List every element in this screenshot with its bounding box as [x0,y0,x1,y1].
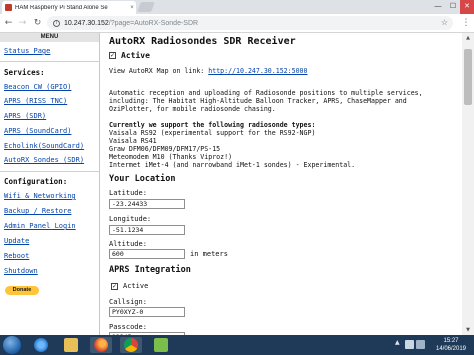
back-arrow-icon[interactable]: ← [2,16,15,30]
configuration-heading: Configuration: [4,177,68,186]
folder-icon [64,338,78,352]
address-bar[interactable]: i 10.247.30.152/?page=AutoRX-Sonde-SDR ☆ [47,16,453,30]
description-line: OziPlotter, for mobile radiosonde chasin… [109,105,276,113]
map-link-line: View AutoRX Map on link: http://10.247.3… [109,67,308,75]
services-heading: Services: [4,68,45,77]
start-button[interactable] [3,336,21,354]
latitude-field[interactable]: -23.24433 [109,199,185,209]
aprs-active-label: Active [123,282,149,290]
page-scrollbar[interactable]: ▲ ▼ [462,33,474,335]
tray-expand-icon[interactable]: ▲ [395,339,400,346]
sidebar-item-aprs-sdr[interactable]: APRS (SDR) [4,111,46,121]
flag-icon[interactable] [405,340,414,349]
sidebar-item-backup-restore[interactable]: Backup / Restore [4,206,71,216]
sonde-type-item: Vaisala RS92 (experimental support for t… [109,129,316,137]
clock-date: 14/06/2019 [435,346,467,352]
sonde-type-item: Intermet iMet-4 (and narrowband iMet-1 s… [109,161,356,169]
network-icon[interactable] [416,340,425,349]
sidebar-item-autorx-sondes[interactable]: AutoRX Sondes (SDR) [4,155,84,165]
callsign-field[interactable]: PY0XYZ-0 [109,307,185,317]
editor-icon [154,338,168,352]
sidebar-item-reboot[interactable]: Reboot [4,251,29,261]
internet-explorer-icon [34,338,48,352]
taskbar-editor[interactable] [150,337,172,353]
description-line: Automatic reception and uploading of Rad… [109,89,423,97]
sonde-type-item: Graw DFM06/DFM09/DFM17/PS-15 [109,145,221,153]
browser-tab[interactable]: HAM Raspberry Pi Stand Alone Se × [2,1,136,14]
autorx-active-checkbox[interactable]: ✓ [109,52,116,59]
browser-menu-icon[interactable]: ⋮ [460,16,472,30]
location-heading: Your Location [109,174,176,184]
sidebar-item-beacon-cw[interactable]: Beacon CW (GPIO) [4,82,71,92]
autorx-active-label: Active [121,51,150,60]
clock-time: 15:27 [443,338,459,344]
browser-toolbar: ← → ↻ i 10.247.30.152/?page=AutoRX-Sonde… [0,14,474,33]
map-link-prefix: View AutoRX Map on link: [109,67,209,75]
sidebar-item-aprs-riss-tnc[interactable]: APRS (RISS TNC) [4,96,67,106]
altitude-unit: in meters [190,250,228,258]
sidebar-divider [0,171,99,172]
menu-header: MENU [0,33,99,42]
browser-tab-strip: HAM Raspberry Pi Stand Alone Se × — ☐ ✕ [0,0,474,14]
support-heading: Currently we support the following radio… [109,121,316,129]
sidebar-item-shutdown[interactable]: Shutdown [4,266,38,276]
reload-icon[interactable]: ↻ [31,16,44,30]
sonde-type-item: Meteomodem M10 (Thanks Viproz!) [109,153,233,161]
latitude-label: Latitude: [109,189,147,197]
passcode-label: Passcode: [109,323,147,331]
sonde-type-item: Vaisala RS41 [109,137,157,145]
chrome-icon [124,338,138,352]
windows-taskbar: ▲ 15:27 14/06/2019 [0,335,474,355]
taskbar-chrome[interactable] [120,337,142,353]
longitude-field[interactable]: -51.1234 [109,225,185,235]
sidebar-item-echolink[interactable]: Echolink(SoundCard) [4,141,84,151]
altitude-label: Altitude: [109,240,147,248]
bookmark-star-icon[interactable]: ☆ [441,16,448,30]
main-content: AutoRX Radiosondes SDR Receiver ✓ Active… [100,33,462,335]
new-tab-button[interactable] [137,2,155,12]
url-path: /?page=AutoRX-Sonde-SDR [108,19,199,27]
sidebar-item-status-page[interactable]: Status Page [4,46,50,56]
callsign-label: Callsign: [109,298,147,306]
scroll-up-arrow-icon[interactable]: ▲ [462,33,474,43]
sidebar-item-admin-login[interactable]: Admin Panel Login [4,221,76,231]
firefox-icon [94,338,108,352]
url-host: 10.247.30.152 [64,19,109,27]
taskbar-firefox[interactable] [90,337,112,353]
minimize-button[interactable]: — [431,0,445,14]
info-icon[interactable]: i [53,19,60,27]
taskbar-file-explorer[interactable] [60,337,82,353]
autorx-map-link[interactable]: http://10.247.30.152:5000 [208,67,307,75]
taskbar-internet-explorer[interactable] [30,337,52,353]
aprs-integration-heading: APRS Integration [109,265,191,275]
page-title: AutoRX Radiosondes SDR Receiver [109,36,296,47]
sidebar-menu: MENU Status Page Services: Beacon CW (GP… [0,33,100,335]
maximize-button[interactable]: ☐ [446,0,460,14]
forward-arrow-icon[interactable]: → [16,16,29,30]
raspberry-favicon-icon [5,4,12,11]
sidebar-divider [0,61,99,62]
description-line: including: The Habitat High-Altitude Bal… [109,97,407,105]
longitude-label: Longitude: [109,215,152,223]
scroll-down-arrow-icon[interactable]: ▼ [462,325,474,335]
altitude-field[interactable]: 600 [109,249,185,259]
tab-close-icon[interactable]: × [128,5,136,11]
tab-title: HAM Raspberry Pi Stand Alone Se [15,4,108,11]
sidebar-item-wifi-networking[interactable]: Wifi & Networking [4,191,76,201]
sidebar-item-update[interactable]: Update [4,236,29,246]
scroll-thumb[interactable] [464,49,472,105]
close-window-button[interactable]: ✕ [460,0,474,14]
system-clock[interactable]: 15:27 14/06/2019 [432,337,470,353]
aprs-active-checkbox[interactable]: ✓ [111,283,118,290]
sidebar-item-aprs-soundcard[interactable]: APRS (SoundCard) [4,126,71,136]
donate-button[interactable]: Donate [5,286,39,295]
